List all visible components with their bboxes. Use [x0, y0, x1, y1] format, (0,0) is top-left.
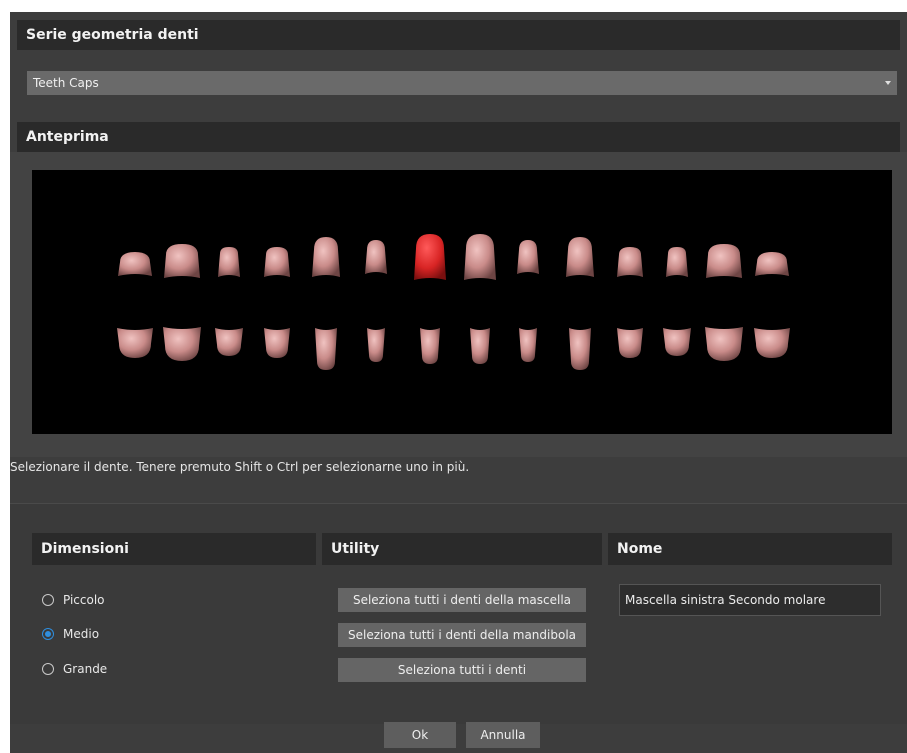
upper-tooth[interactable]	[617, 247, 643, 277]
lower-tooth[interactable]	[315, 328, 337, 370]
size-option-label: Grande	[63, 662, 108, 676]
selection-hint: Selezionare il dente. Tenere premuto Shi…	[10, 460, 470, 474]
name-header: Nome	[608, 533, 892, 565]
select-all-upper-button[interactable]: Seleziona tutti i denti della mascella	[338, 588, 586, 612]
lower-tooth[interactable]	[367, 328, 385, 362]
upper-tooth[interactable]	[464, 234, 496, 280]
preview-section-header: Anteprima	[17, 122, 900, 152]
lower-tooth[interactable]	[163, 327, 201, 361]
series-section-title: Serie geometria denti	[26, 27, 199, 43]
lower-tooth[interactable]	[519, 328, 537, 362]
tooth-series-value: Teeth Caps	[33, 76, 99, 90]
ok-button[interactable]: Ok	[384, 722, 456, 748]
select-all-lower-button[interactable]: Seleziona tutti i denti della mandibola	[338, 623, 586, 647]
preview-section-title: Anteprima	[26, 129, 109, 145]
lower-tooth[interactable]	[264, 328, 290, 358]
size-option-medium[interactable]: Medio	[42, 627, 99, 641]
upper-tooth[interactable]	[666, 247, 688, 277]
dimensions-header: Dimensioni	[32, 533, 316, 565]
upper-tooth[interactable]	[264, 247, 290, 277]
radio-button[interactable]	[42, 594, 54, 606]
lower-tooth[interactable]	[470, 328, 490, 364]
upper-tooth[interactable]	[312, 237, 340, 277]
upper-tooth[interactable]	[566, 237, 594, 277]
lower-tooth[interactable]	[754, 328, 790, 358]
lower-tooth[interactable]	[705, 327, 743, 361]
upper-tooth[interactable]	[706, 244, 742, 278]
upper-tooth[interactable]	[218, 247, 240, 277]
upper-tooth[interactable]	[164, 244, 200, 278]
name-title: Nome	[617, 541, 663, 557]
upper-tooth[interactable]	[755, 252, 789, 276]
lower-tooth[interactable]	[617, 328, 643, 358]
teeth-preview-viewport[interactable]	[32, 170, 892, 434]
dimensions-title: Dimensioni	[41, 541, 129, 557]
upper-tooth[interactable]	[118, 252, 152, 276]
tooth-name-field[interactable]: Mascella sinistra Secondo molare	[619, 584, 881, 616]
lower-tooth[interactable]	[663, 328, 691, 356]
cancel-button[interactable]: Annulla	[466, 722, 540, 748]
tooth-geometry-dialog: Serie geometria denti Teeth Caps Antepri…	[10, 12, 907, 753]
radio-button[interactable]	[42, 628, 54, 640]
size-option-large[interactable]: Grande	[42, 662, 107, 676]
size-option-label: Medio	[63, 627, 100, 641]
select-all-teeth-button[interactable]: Seleziona tutti i denti	[338, 658, 586, 682]
lower-tooth[interactable]	[420, 328, 440, 364]
upper-tooth-selected[interactable]	[414, 234, 446, 280]
upper-tooth[interactable]	[517, 240, 539, 274]
chevron-down-icon	[885, 81, 891, 85]
tooth-series-select[interactable]: Teeth Caps	[27, 71, 897, 95]
radio-button[interactable]	[42, 663, 54, 675]
upper-tooth[interactable]	[365, 240, 387, 274]
lower-tooth[interactable]	[569, 328, 591, 370]
utility-title: Utility	[331, 541, 380, 557]
lower-tooth[interactable]	[215, 328, 243, 356]
size-option-small[interactable]: Piccolo	[42, 593, 105, 607]
utility-header: Utility	[322, 533, 602, 565]
series-section-header: Serie geometria denti	[17, 20, 900, 50]
lower-tooth[interactable]	[117, 328, 153, 358]
teeth-preview-canvas[interactable]	[32, 170, 892, 434]
size-option-label: Piccolo	[63, 593, 105, 607]
